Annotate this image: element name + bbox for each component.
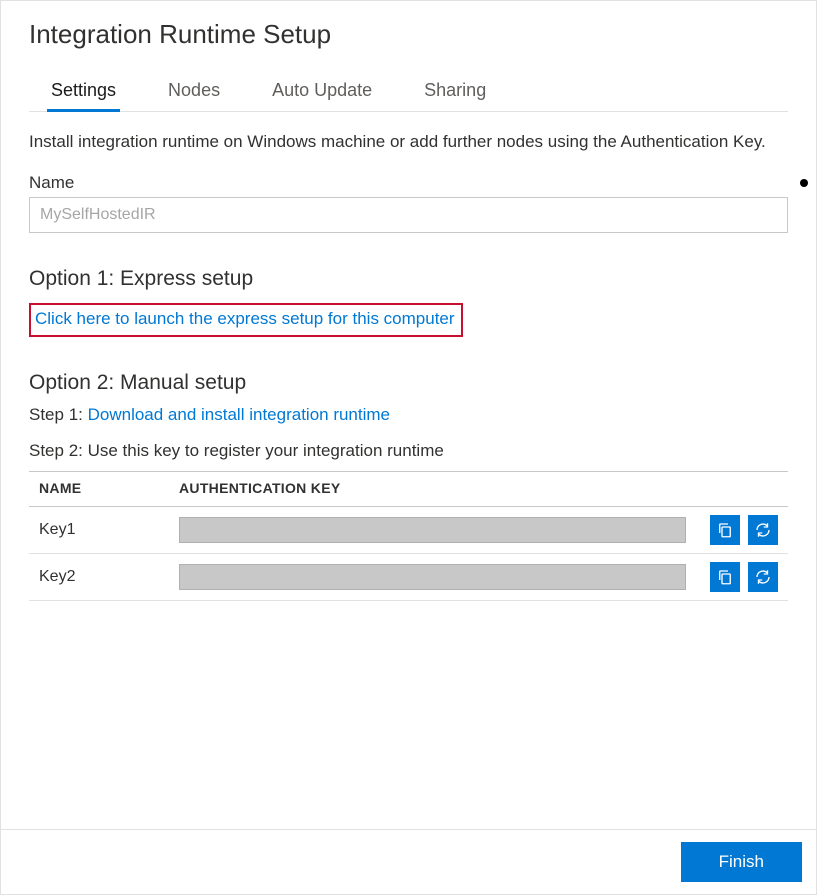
- download-runtime-link[interactable]: Download and install integration runtime: [88, 405, 390, 424]
- table-row: Key2: [29, 553, 788, 600]
- tab-sharing[interactable]: Sharing: [422, 74, 488, 111]
- key2-value-masked[interactable]: [179, 564, 686, 590]
- option1-heading: Option 1: Express setup: [29, 267, 788, 291]
- copy-icon[interactable]: [710, 515, 740, 545]
- intro-text: Install integration runtime on Windows m…: [29, 130, 788, 155]
- tab-nodes[interactable]: Nodes: [166, 74, 222, 111]
- table-row: Key1: [29, 506, 788, 553]
- key2-name: Key2: [29, 553, 169, 600]
- name-input[interactable]: [29, 197, 788, 233]
- info-icon[interactable]: [800, 179, 808, 187]
- step1-label: Step 1:: [29, 405, 83, 424]
- auth-key-table: NAME AUTHENTICATION KEY Key1 Key: [29, 471, 788, 601]
- col-auth-header: AUTHENTICATION KEY: [169, 471, 696, 506]
- express-setup-link[interactable]: Click here to launch the express setup f…: [35, 309, 455, 328]
- key1-value-masked[interactable]: [179, 517, 686, 543]
- express-link-highlight: Click here to launch the express setup f…: [29, 303, 463, 337]
- tab-settings[interactable]: Settings: [49, 74, 118, 111]
- tab-bar: Settings Nodes Auto Update Sharing: [29, 74, 788, 112]
- col-name-header: NAME: [29, 471, 169, 506]
- option2-heading: Option 2: Manual setup: [29, 371, 788, 395]
- page-title: Integration Runtime Setup: [29, 19, 788, 50]
- key1-name: Key1: [29, 506, 169, 553]
- tab-auto-update[interactable]: Auto Update: [270, 74, 374, 111]
- finish-button[interactable]: Finish: [681, 842, 802, 882]
- step2-text: Step 2: Use this key to register your in…: [29, 441, 444, 460]
- footer: Finish: [1, 829, 816, 894]
- refresh-icon[interactable]: [748, 515, 778, 545]
- refresh-icon[interactable]: [748, 562, 778, 592]
- name-label: Name: [29, 173, 74, 193]
- copy-icon[interactable]: [710, 562, 740, 592]
